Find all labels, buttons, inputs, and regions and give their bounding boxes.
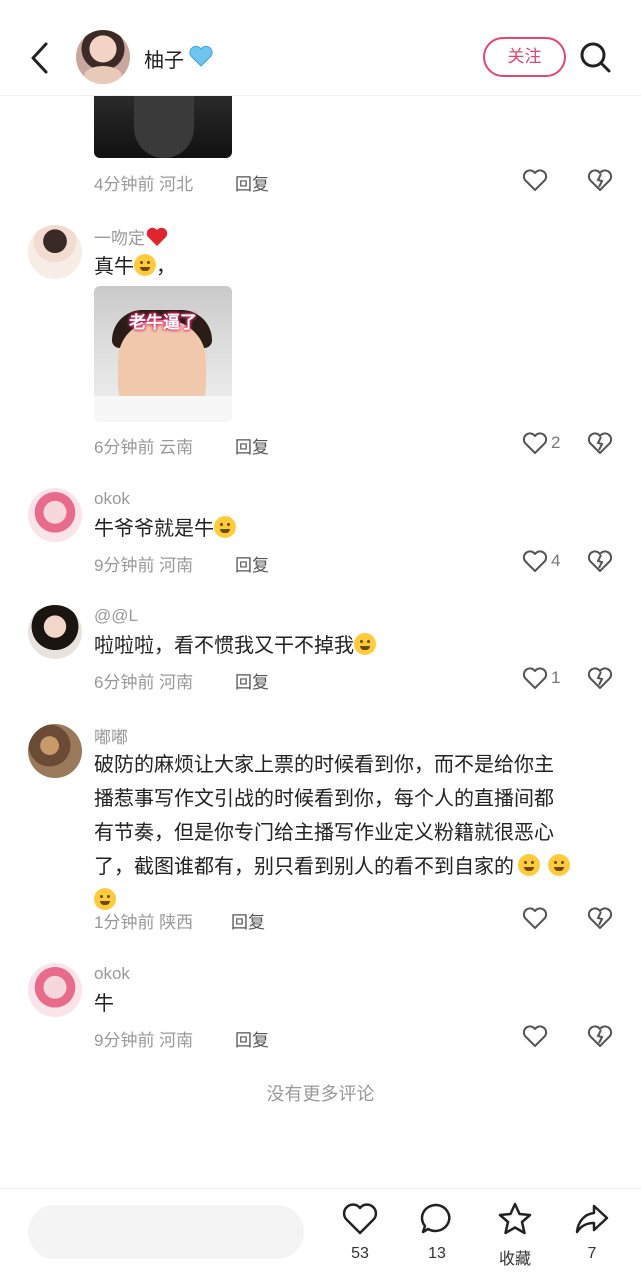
emoji-icon <box>134 254 156 276</box>
reply-button[interactable]: 回复 <box>235 433 269 458</box>
avatar[interactable] <box>28 963 82 1017</box>
like-count: 4 <box>551 551 561 570</box>
no-more-comments: 没有更多评论 <box>266 1084 375 1104</box>
like-icon[interactable] <box>522 666 548 690</box>
comment-username[interactable]: 一吻定 <box>94 224 168 249</box>
emoji-icon <box>94 888 116 910</box>
comment-input[interactable] <box>28 1205 304 1259</box>
reply-button[interactable]: 回复 <box>235 1026 269 1051</box>
back-arrow-icon[interactable] <box>24 38 56 78</box>
comment-username[interactable]: okok <box>94 964 130 984</box>
comment-text-line: 了，截图谁都有，别只看到别人的看不到自家的 <box>94 850 614 884</box>
dislike-icon[interactable] <box>587 1024 613 1048</box>
follow-button[interactable]: 关注 <box>483 37 566 77</box>
image-caption: 老牛逼了 <box>129 313 197 332</box>
emoji-icon <box>518 854 540 876</box>
like-count: 2 <box>551 433 561 452</box>
comment-icon[interactable] <box>419 1201 455 1237</box>
share-count: 7 <box>587 1245 597 1262</box>
emoji-icon <box>354 633 376 655</box>
reply-button[interactable]: 回复 <box>235 170 269 195</box>
comment-time-location: 4分钟前 河北 <box>94 175 194 194</box>
avatar[interactable] <box>28 724 82 778</box>
comment-text-line: 播惹事写作文引战的时候看到你，每个人的直播间都 <box>94 788 554 810</box>
blue-heart-icon <box>189 45 213 67</box>
comment-time-location: 9分钟前 河南 <box>94 1031 194 1050</box>
like-icon[interactable] <box>522 168 548 192</box>
dislike-icon[interactable] <box>587 906 613 930</box>
like-count: 53 <box>351 1245 369 1262</box>
dislike-icon[interactable] <box>587 168 613 192</box>
emoji-icon <box>548 854 570 876</box>
author-avatar[interactable] <box>76 30 130 84</box>
collect-label: 收藏 <box>498 1251 531 1268</box>
comment-time-location: 6分钟前 河南 <box>94 673 194 692</box>
comment-image-thumbnail[interactable] <box>94 96 232 158</box>
like-count: 1 <box>551 668 561 687</box>
avatar[interactable] <box>28 488 82 542</box>
comment-text: 破防的麻烦让大家上票的时候看到你，而不是给你主 播惹事写作文引战的时候看到你，每… <box>94 748 614 918</box>
dislike-icon[interactable] <box>587 431 613 455</box>
comment-time-location: 9分钟前 河南 <box>94 556 194 575</box>
dislike-icon[interactable] <box>587 666 613 690</box>
comment-time-location: 1分钟前 陕西 <box>94 913 194 932</box>
comment-count: 13 <box>428 1245 446 1262</box>
dislike-icon[interactable] <box>587 549 613 573</box>
comment-text: 牛爷爷就是牛 <box>94 512 236 546</box>
comment-text-line: 破防的麻烦让大家上票的时候看到你，而不是给你主 <box>94 754 554 776</box>
search-icon[interactable] <box>578 40 612 74</box>
author-name[interactable]: 柚子 <box>144 44 184 73</box>
share-icon[interactable] <box>574 1201 610 1237</box>
emoji-icon <box>214 516 236 538</box>
comment-time-location: 6分钟前 云南 <box>94 438 194 457</box>
reply-button[interactable]: 回复 <box>235 551 269 576</box>
avatar[interactable] <box>28 605 82 659</box>
avatar[interactable] <box>28 225 82 279</box>
comment-text: 啦啦啦，看不惯我又干不掉我 <box>94 629 376 663</box>
like-icon[interactable] <box>522 1024 548 1048</box>
reply-button[interactable]: 回复 <box>231 908 265 933</box>
top-bar: 柚子 关注 <box>0 0 641 96</box>
heart-emoji-icon <box>146 227 168 246</box>
like-icon[interactable] <box>522 906 548 930</box>
like-icon[interactable] <box>522 549 548 573</box>
image-figure-shirt <box>94 396 232 422</box>
like-icon[interactable] <box>342 1201 378 1237</box>
comment-username[interactable]: @@L <box>94 606 138 626</box>
comment-text: 牛 <box>94 993 114 1015</box>
comment-username[interactable]: 嘟嘟 <box>94 723 128 748</box>
comment-image[interactable]: 老牛逼了 <box>94 286 232 422</box>
like-icon[interactable] <box>522 431 548 455</box>
comment-text: 真牛， <box>94 254 176 278</box>
reply-button[interactable]: 回复 <box>235 668 269 693</box>
star-icon[interactable] <box>497 1201 533 1237</box>
bottom-action-bar: 53 13 收藏 7 <box>0 1188 641 1280</box>
comment-text-line: 有节奏，但是你专门给主播写作业定义粉籍就很恶心 <box>94 822 554 844</box>
comment-username[interactable]: okok <box>94 489 130 509</box>
